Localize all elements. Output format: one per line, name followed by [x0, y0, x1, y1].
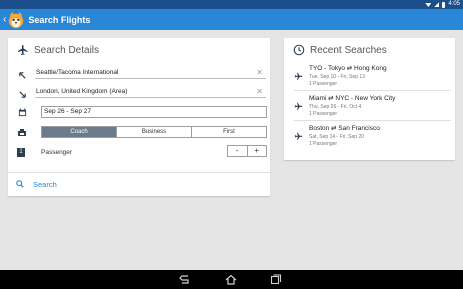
home-icon[interactable]	[225, 274, 237, 285]
destination-value: London, United Kingdom (Area)	[36, 88, 128, 95]
recent-route: Miami ⇄ NYC - New York City	[309, 95, 396, 102]
recent-route: Boston ⇄ San Francisco	[309, 125, 380, 132]
search-icon	[16, 180, 24, 188]
origin-field[interactable]: Seattle/Tacoma International ✕	[35, 68, 266, 79]
destination-field[interactable]: London, United Kingdom (Area) ✕	[35, 87, 266, 98]
search-details-card: Search Details Seattle/Tacoma Internatio…	[8, 38, 270, 196]
recent-dates: Sat, Sep 14 - Fri, Sep 20	[309, 134, 365, 140]
recent-passengers: 1 Passenger	[309, 81, 338, 87]
passenger-count-badge: 1	[17, 148, 25, 157]
search-button-label: Search	[33, 179, 57, 189]
airplane-icon	[294, 102, 303, 110]
back-icon[interactable]	[178, 274, 190, 285]
passenger-label: Passenger	[41, 149, 73, 156]
recent-dates: Thu, Sep 26 - Fri, Oct 4	[309, 104, 362, 110]
airplane-icon	[294, 132, 303, 140]
travel-dates-field[interactable]: Sep 26 - Sep 27	[41, 106, 267, 118]
cabin-business-option[interactable]: Business	[116, 127, 191, 137]
divider	[294, 120, 451, 121]
passenger-stepper[interactable]: - +	[227, 145, 267, 157]
clear-origin-icon[interactable]: ✕	[256, 68, 263, 78]
divider	[8, 172, 270, 173]
signal-icon	[434, 2, 440, 7]
back-chevron-icon[interactable]: ‹	[3, 14, 6, 25]
clock-icon	[293, 44, 305, 56]
page-title: Search Flights	[28, 14, 91, 25]
airplane-icon	[18, 45, 28, 55]
navigation-bar	[0, 270, 463, 289]
app-logo-icon[interactable]	[7, 11, 25, 29]
recent-dates: Tue, Sep 10 - Fri, Sep 13	[309, 74, 365, 80]
recent-passengers: 1 Passenger	[309, 111, 338, 117]
clear-destination-icon[interactable]: ✕	[256, 87, 263, 97]
cabin-class-selector[interactable]: Coach Business First	[41, 126, 267, 138]
status-bar: 4:05	[0, 0, 463, 9]
recent-searches-card: Recent Searches TYO - Tokyo ⇄ Hong Kong …	[284, 38, 455, 160]
passenger-minus-button[interactable]: -	[228, 146, 248, 156]
seat-icon	[17, 127, 27, 137]
calendar-icon	[17, 107, 27, 117]
recent-search-item[interactable]: TYO - Tokyo ⇄ Hong Kong Tue, Sep 10 - Fr…	[284, 63, 455, 93]
wifi-icon	[425, 3, 432, 7]
divider	[294, 90, 451, 91]
arrival-arrow-icon	[17, 89, 27, 99]
cabin-coach-option[interactable]: Coach	[42, 127, 116, 137]
recent-search-item[interactable]: Miami ⇄ NYC - New York City Thu, Sep 26 …	[284, 93, 455, 123]
recent-route: TYO - Tokyo ⇄ Hong Kong	[309, 65, 387, 72]
cabin-first-option[interactable]: First	[191, 127, 266, 137]
departure-arrow-icon	[17, 70, 27, 80]
search-button[interactable]: Search	[16, 175, 106, 193]
recent-passengers: 1 Passenger	[309, 141, 338, 147]
recent-searches-title: Recent Searches	[310, 45, 387, 56]
passenger-plus-button[interactable]: +	[248, 146, 267, 156]
origin-value: Seattle/Tacoma International	[36, 69, 119, 76]
status-time: 4:05	[448, 1, 460, 7]
app-bar: ‹ Search Flights	[0, 9, 463, 30]
recent-search-item[interactable]: Boston ⇄ San Francisco Sat, Sep 14 - Fri…	[284, 123, 455, 153]
battery-icon	[442, 1, 446, 8]
airplane-icon	[294, 72, 303, 80]
recent-apps-icon[interactable]	[270, 274, 282, 285]
search-details-title: Search Details	[34, 45, 100, 56]
